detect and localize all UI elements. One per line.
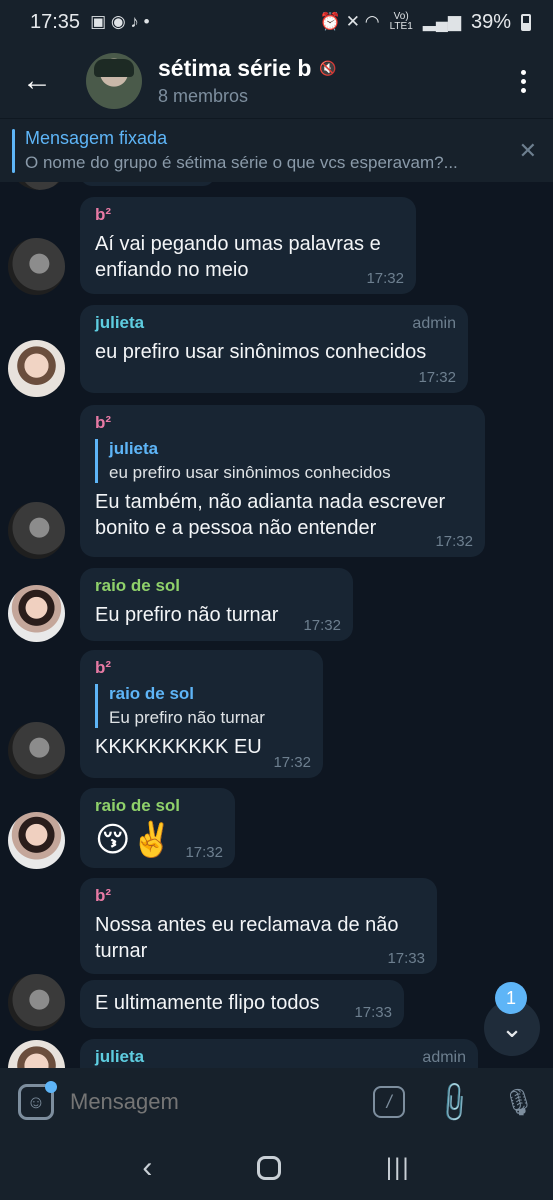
admin-badge: admin xyxy=(422,1049,466,1066)
avatar[interactable] xyxy=(8,974,65,1031)
avatar[interactable] xyxy=(8,340,65,397)
sender-name: b² xyxy=(95,658,112,677)
volte-indicator: Vo) LTE1 xyxy=(389,11,413,32)
reply-quote[interactable]: raio de sol Eu prefiro não turnar xyxy=(95,684,309,728)
group-avatar[interactable] xyxy=(86,53,142,109)
message-time: 17:33 xyxy=(354,1004,392,1021)
sender-name: b² xyxy=(95,205,112,224)
nav-back-icon[interactable]: ‹ xyxy=(142,1151,152,1185)
sender-name: b² xyxy=(95,886,112,905)
pinned-indicator xyxy=(12,128,15,173)
microphone-icon[interactable]: 🎙 xyxy=(502,1087,535,1118)
avatar[interactable] xyxy=(8,502,65,559)
sticker-emoji-button[interactable]: ☺ xyxy=(18,1081,57,1120)
reply-sender: raio de sol xyxy=(109,684,195,703)
nav-home-icon[interactable] xyxy=(257,1156,282,1180)
pinned-text: O nome do grupo é sétima série o que vcs… xyxy=(25,153,458,172)
message-text: Eu prefiro não turnar xyxy=(95,604,279,626)
sender-name: julieta xyxy=(95,313,145,332)
alarm-mute-wifi-icons: ⏰ ✕ ◠ xyxy=(319,12,380,31)
signal-icon: ▂▄▆ xyxy=(422,12,461,31)
message-bubble[interactable]: raio de sol Eu prefiro não turnar 17:32 xyxy=(80,568,353,641)
avatar[interactable] xyxy=(8,812,65,869)
message-bubble[interactable]: raio de sol 😚✌️ 17:32 xyxy=(80,788,235,868)
nav-recents-icon[interactable]: ||| xyxy=(386,1154,411,1182)
app-notification-icon: ▣ ◉ ♪ • xyxy=(90,12,150,31)
status-time: 17:35 xyxy=(30,10,81,33)
sender-name: raio de sol xyxy=(95,576,181,595)
back-arrow-icon[interactable]: ← xyxy=(0,44,74,118)
avatar[interactable] xyxy=(8,585,65,642)
unread-count-badge: 1 xyxy=(495,982,527,1014)
message-text: Eu também, não adianta nada escrever bon… xyxy=(95,491,446,539)
pinned-title: Mensagem fixada xyxy=(25,128,168,148)
group-title: sétima série b xyxy=(158,55,312,81)
message-bubble[interactable]: b² raio de sol Eu prefiro não turnar KKK… xyxy=(80,650,323,778)
chat-header: ← sétima série b 🔇 8 membros xyxy=(0,44,553,118)
sender-name: julieta xyxy=(95,1047,145,1066)
message-text: E ultimamente flipo todos xyxy=(95,992,320,1014)
avatar xyxy=(14,182,64,190)
muted-icon: 🔇 xyxy=(319,60,337,76)
message-text: eu prefiro usar sinônimos conhecidos xyxy=(95,341,427,363)
message-composer: ☺ / 📎 🎙 xyxy=(0,1068,553,1136)
admin-badge: admin xyxy=(412,315,456,332)
message-time: 17:32 xyxy=(435,533,473,550)
more-menu-icon[interactable] xyxy=(493,69,553,93)
message-time: 17:32 xyxy=(418,369,456,386)
avatar[interactable] xyxy=(8,1040,65,1068)
message-bubble[interactable]: julieta admin xyxy=(80,1039,478,1068)
message-time: 17:32 xyxy=(185,844,223,861)
message-bubble-partial xyxy=(80,182,215,186)
avatar[interactable] xyxy=(8,722,65,779)
member-count: 8 membros xyxy=(158,86,249,106)
status-bar: 17:35 ▣ ◉ ♪ • ⏰ ✕ ◠ Vo) LTE1 ▂▄▆ 39% xyxy=(0,0,553,44)
sender-name: b² xyxy=(95,413,112,432)
system-nav-bar: ‹ ||| xyxy=(0,1136,553,1200)
message-time: 17:32 xyxy=(303,617,341,634)
chevron-down-icon: ⌄ xyxy=(501,1012,523,1043)
battery-icon xyxy=(521,13,531,31)
message-bubble[interactable]: julieta admin eu prefiro usar sinônimos … xyxy=(80,305,468,393)
paperclip-icon[interactable]: 📎 xyxy=(431,1078,479,1126)
battery-percent: 39% xyxy=(470,10,511,33)
reply-text: eu prefiro usar sinônimos conhecidos xyxy=(109,463,391,482)
bot-command-button[interactable]: / xyxy=(373,1086,406,1118)
message-bubble[interactable]: b² Nossa antes eu reclamava de não turna… xyxy=(80,878,437,974)
message-bubble[interactable]: b² Aí vai pegando umas palavras e enfian… xyxy=(80,197,416,294)
sender-name: raio de sol xyxy=(95,796,181,815)
avatar[interactable] xyxy=(8,238,65,295)
reply-quote[interactable]: julieta eu prefiro usar sinônimos conhec… xyxy=(95,439,471,483)
reply-text: Eu prefiro não turnar xyxy=(109,708,265,727)
group-info[interactable]: sétima série b 🔇 8 membros xyxy=(158,55,337,107)
message-time: 17:32 xyxy=(273,754,311,771)
message-input[interactable] xyxy=(70,1089,374,1115)
new-sticker-dot xyxy=(45,1081,57,1093)
message-bubble[interactable]: E ultimamente flipo todos 17:33 xyxy=(80,980,404,1028)
message-list[interactable]: b² Aí vai pegando umas palavras e enfian… xyxy=(0,182,553,1068)
message-time: 17:32 xyxy=(366,270,404,287)
sticker-icon: ☺ xyxy=(26,1091,46,1112)
message-text: Nossa antes eu reclamava de não turnar xyxy=(95,914,399,962)
message-bubble[interactable]: b² julieta eu prefiro usar sinônimos con… xyxy=(80,405,485,557)
reply-sender: julieta xyxy=(109,439,159,458)
message-text: Aí vai pegando umas palavras e enfiando … xyxy=(95,233,381,281)
close-icon[interactable]: ✕ xyxy=(519,138,537,164)
message-time: 17:33 xyxy=(387,950,425,967)
pinned-message[interactable]: Mensagem fixada O nome do grupo é sétima… xyxy=(0,118,553,182)
